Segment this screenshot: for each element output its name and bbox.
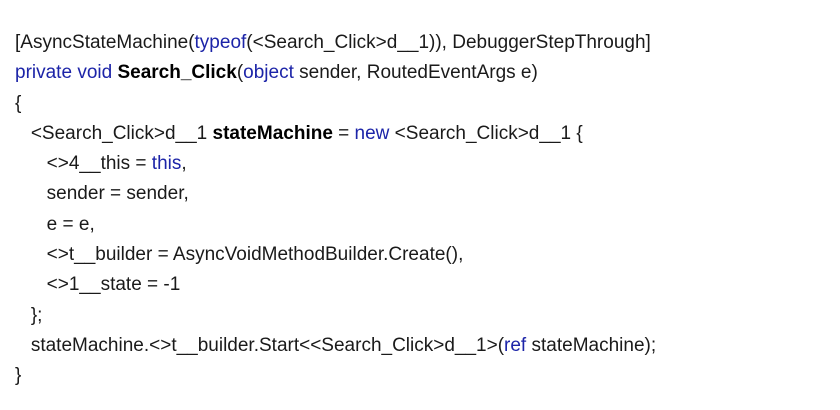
code-keyword: object [243,62,294,84]
code-text: } [15,365,22,387]
code-keyword: private [15,62,73,84]
code-keyword: this [151,153,182,175]
code-text: stateMachine.<>t__builder.Start<<Search_… [15,334,505,356]
code-keyword: new [354,122,390,144]
code-text: <>1__state = -1 [15,274,181,296]
code-identifier-bold: Search_Click [117,62,237,84]
code-keyword: ref [504,334,527,356]
code-line: }; [15,301,840,331]
code-line: <>t__builder = AsyncVoidMethodBuilder.Cr… [15,240,840,270]
code-text: stateMachine); [526,334,657,356]
code-line: [AsyncStateMachine(typeof(<Search_Click>… [15,28,840,58]
code-text: , [181,153,187,175]
code-line: } [15,361,840,391]
code-text: <>t__builder = AsyncVoidMethodBuilder.Cr… [15,244,464,266]
code-text: sender, RoutedEventArgs e) [293,62,538,84]
code-text: { [15,92,22,114]
code-snippet: [AsyncStateMachine(typeof(<Search_Click>… [0,0,840,410]
code-text: [AsyncStateMachine( [15,32,195,53]
code-line: private void Search_Click(object sender,… [15,58,840,88]
code-identifier-bold: stateMachine [212,122,333,144]
code-lines: [AsyncStateMachine(typeof(<Search_Click>… [15,28,840,392]
code-line: <>4__this = this, [15,149,840,179]
code-line: <Search_Click>d__1 stateMachine = new <S… [15,119,840,149]
code-text: <>4__this = [15,153,152,175]
code-keyword: void [77,62,113,84]
code-line: e = e, [15,210,840,240]
code-text: sender = sender, [15,183,189,205]
code-line: stateMachine.<>t__builder.Start<<Search_… [15,331,840,361]
code-line: sender = sender, [15,179,840,209]
code-text: e = e, [15,213,95,235]
code-keyword: typeof [194,32,247,53]
code-text: (<Search_Click>d__1)), DebuggerStepThrou… [246,32,651,53]
code-text: <Search_Click>d__1 [15,122,213,144]
code-line: { [15,89,840,119]
code-text: }; [15,304,43,326]
code-line: <>1__state = -1 [15,270,840,300]
code-text: = [332,122,355,144]
code-text: <Search_Click>d__1 { [389,122,583,144]
